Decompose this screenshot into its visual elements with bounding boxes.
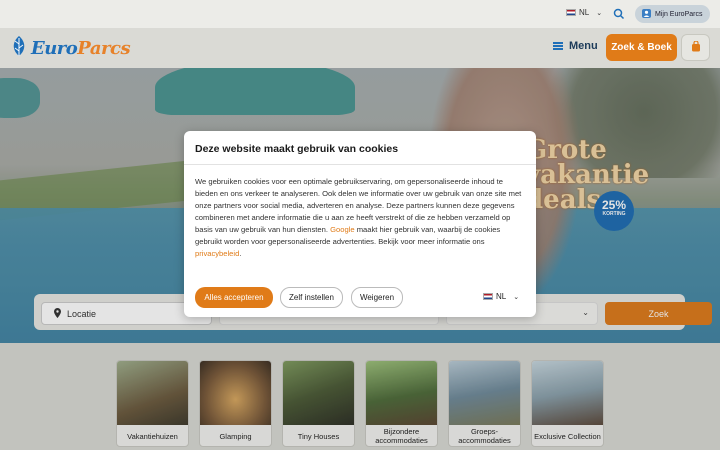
cookie-consent-dialog: Deze website maakt gebruik van cookies W… — [184, 131, 536, 317]
nl-flag-icon — [483, 293, 493, 300]
chevron-down-icon: ⌄ — [596, 9, 603, 17]
customize-button[interactable]: Zelf instellen — [280, 287, 343, 308]
logo-parcs: Parcs — [77, 38, 131, 59]
cookie-body-end: . — [239, 249, 242, 258]
language-selector[interactable]: NL ⌄ — [566, 8, 602, 17]
cart-button[interactable] — [681, 34, 710, 61]
site-header: EuroParcs Menu Zoek & Boek — [0, 28, 720, 68]
logo-euro: Euro — [31, 38, 78, 59]
leaf-logo-icon — [10, 34, 28, 63]
menu-button[interactable]: Menu — [553, 40, 598, 52]
privacy-policy-link[interactable]: privacybeleid — [195, 249, 239, 258]
user-icon — [642, 8, 651, 20]
account-button[interactable]: Mijn EuroParcs — [635, 5, 710, 23]
shopping-bag-icon — [691, 39, 701, 57]
decline-button[interactable]: Weigeren — [351, 287, 403, 308]
accept-all-button[interactable]: Alles accepteren — [195, 287, 273, 308]
google-link[interactable]: Google — [330, 225, 355, 234]
language-label: NL — [579, 8, 590, 17]
menu-label: Menu — [569, 40, 598, 52]
cookie-dialog-body: We gebruiken cookies voor een optimale g… — [184, 165, 536, 260]
chevron-down-icon: ⌄ — [513, 293, 520, 301]
dialog-language-label: NL — [496, 292, 507, 301]
dialog-language-selector[interactable]: NL ⌄ — [483, 292, 519, 301]
cookie-dialog-title: Deze website maakt gebruik van cookies — [184, 131, 536, 165]
utility-bar: NL ⌄ Mijn EuroParcs — [0, 0, 720, 28]
europarcs-logo[interactable]: EuroParcs — [10, 34, 131, 63]
search-book-button[interactable]: Zoek & Boek — [606, 34, 677, 61]
hamburger-icon — [553, 42, 563, 50]
search-icon[interactable] — [613, 7, 625, 20]
logo-wordmark: EuroParcs — [31, 38, 131, 59]
nl-flag-icon — [566, 9, 576, 16]
account-label: Mijn EuroParcs — [655, 10, 703, 18]
